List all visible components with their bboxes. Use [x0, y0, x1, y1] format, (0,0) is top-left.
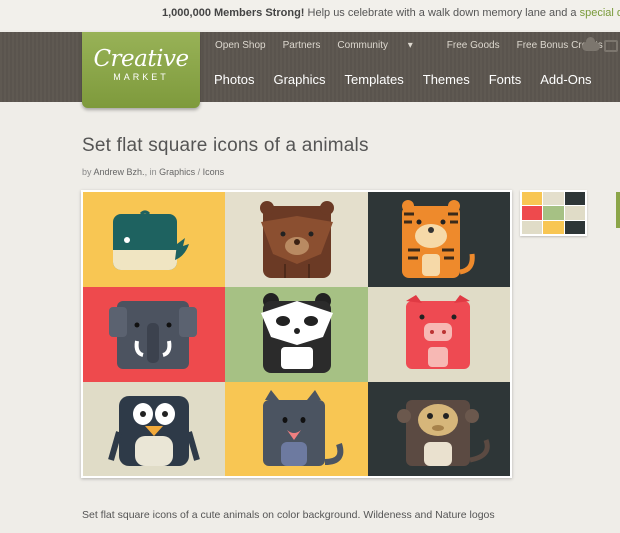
announcement-bar: 1,000,000 Members Strong! Help us celebr… [0, 0, 620, 30]
logo[interactable]: Creative MARKET [82, 32, 200, 108]
preview-grid [83, 192, 510, 476]
pig-cell [368, 287, 510, 382]
thumb-swatch [522, 206, 543, 220]
nav-themes[interactable]: Themes [423, 72, 470, 87]
byline-by: by [82, 167, 92, 177]
topnav-open-shop[interactable]: Open Shop [215, 40, 266, 51]
monkey-icon [397, 400, 490, 466]
topnav-partners[interactable]: Partners [283, 40, 321, 51]
category-link[interactable]: Graphics [159, 167, 195, 177]
thumb-swatch [543, 220, 564, 234]
topnav-community[interactable]: Community ▾ [337, 40, 429, 51]
announcement-link[interactable]: special disco [580, 7, 620, 19]
subcategory-link[interactable]: Icons [203, 167, 225, 177]
share-icon[interactable] [604, 40, 618, 52]
nav-graphics[interactable]: Graphics [273, 72, 325, 87]
elephant-icon [109, 301, 197, 369]
whale-cell [83, 192, 225, 287]
elephant-cell [83, 287, 225, 382]
byline-sep: / [195, 167, 203, 177]
announcement-bold: 1,000,000 Members Strong! [162, 7, 305, 19]
whale-icon [113, 210, 189, 270]
byline: by Andrew Bzh., in Graphics / Icons [82, 167, 224, 177]
thumb-swatch [522, 192, 543, 206]
topnav-free-goods[interactable]: Free Goods [447, 40, 500, 51]
page-title: Set flat square icons of a animals [82, 135, 369, 156]
pig-icon [406, 295, 470, 369]
penguin-icon [108, 396, 200, 466]
logo-word: Creative [93, 46, 189, 72]
product-description: Set flat square icons of a cute animals … [82, 509, 495, 521]
thumb-swatch [564, 192, 585, 206]
product-preview[interactable] [81, 190, 512, 478]
thumb-swatch [543, 192, 564, 206]
cat-icon [263, 390, 344, 466]
thumb-swatch [564, 220, 585, 234]
main-nav: Photos Graphics Templates Themes Fonts A… [214, 72, 611, 87]
nav-photos[interactable]: Photos [214, 72, 254, 87]
byline-in: , in [144, 167, 157, 177]
top-nav: Open Shop Partners Community ▾ Free Good… [215, 40, 620, 51]
bear-cell [225, 192, 368, 287]
monkey-cell [368, 382, 510, 476]
preview-thumbnail[interactable] [520, 190, 587, 236]
side-tab[interactable] [616, 192, 620, 228]
bear-icon [260, 201, 334, 278]
panda-cell [225, 287, 368, 382]
nav-templates[interactable]: Templates [345, 72, 404, 87]
cat-cell [225, 382, 368, 476]
tiger-cell [368, 192, 510, 287]
topnav-community-label: Community [337, 40, 388, 51]
panda-icon [261, 293, 333, 373]
thumb-swatch [522, 220, 543, 234]
nav-add-ons[interactable]: Add-Ons [540, 72, 591, 87]
penguin-cell [83, 382, 225, 476]
announcement-text: Help us celebrate with a walk down memor… [304, 7, 580, 19]
tiger-icon [402, 200, 475, 278]
thumb-swatch [564, 206, 585, 220]
chevron-down-icon: ▾ [407, 40, 413, 51]
author-link[interactable]: Andrew Bzh. [94, 167, 145, 177]
nav-fonts[interactable]: Fonts [489, 72, 522, 87]
cloud-icon[interactable] [582, 37, 600, 51]
logo-sub: MARKET [113, 72, 169, 82]
thumb-swatch [543, 206, 564, 220]
